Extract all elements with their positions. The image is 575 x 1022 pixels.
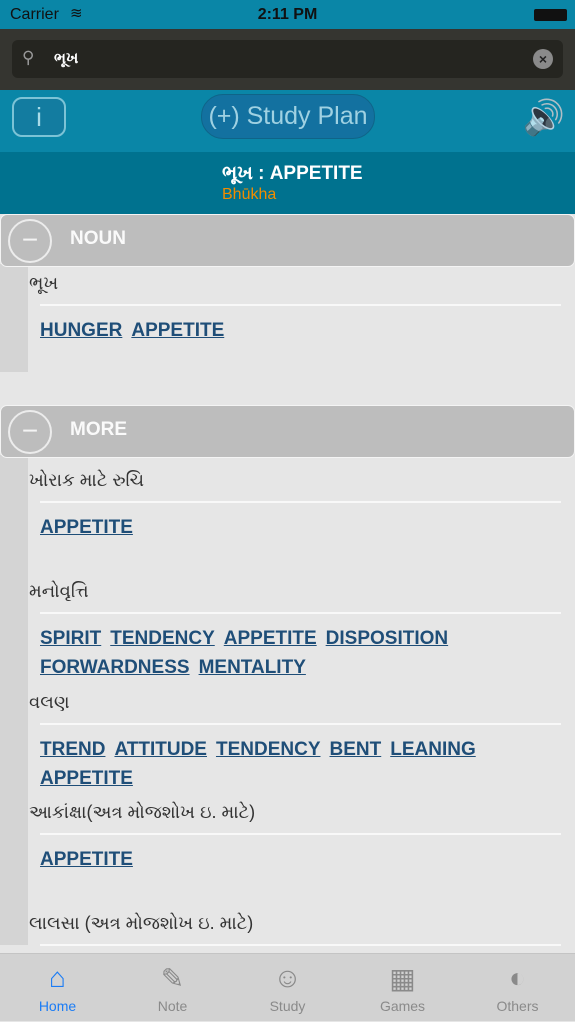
- translation-link[interactable]: HUNGER: [40, 317, 122, 345]
- translation-link[interactable]: APPETITE: [40, 846, 133, 874]
- translation-link[interactable]: LEANING: [390, 736, 476, 764]
- tab-others[interactable]: ◐ Others: [460, 954, 575, 1022]
- tab-study[interactable]: ☺ Study: [230, 954, 345, 1022]
- tab-label: Others: [496, 998, 539, 1014]
- tab-games[interactable]: ▦ Games: [345, 954, 460, 1022]
- translation-link[interactable]: TREND: [40, 736, 105, 764]
- translation-link[interactable]: DISPOSITION: [326, 625, 448, 653]
- status-bar: Carrier ≋ 2:11 PM: [0, 0, 575, 29]
- translation-link[interactable]: SPIRIT: [40, 625, 101, 653]
- divider: [40, 723, 561, 725]
- translation-links: HUNGER APPETITE: [40, 317, 560, 346]
- word-header: ભૂખ : APPETITE Bhūkha: [0, 152, 575, 214]
- tab-note[interactable]: ✎ Note: [115, 954, 230, 1022]
- info-button[interactable]: i: [12, 97, 66, 137]
- section-header-noun[interactable]: − NOUN: [0, 214, 575, 267]
- meaning-text: વલણ: [29, 692, 70, 712]
- tab-home[interactable]: ⌂ Home: [0, 954, 115, 1022]
- tab-label: Games: [379, 998, 426, 1014]
- others-icon: ◐: [509, 962, 526, 993]
- search-value: ભૂખ: [54, 50, 79, 67]
- translation-links: SPIRIT TENDENCY APPETITE DISPOSITION FORWARD…: [40, 625, 560, 683]
- section-margin: [0, 264, 28, 372]
- divider: [40, 944, 561, 946]
- translation-links: TREND ATTITUDE TENDENCY BENT LEANING APPETITE: [40, 736, 560, 794]
- divider: [40, 304, 561, 306]
- meaning-text: મનોવૃત્તિ: [29, 581, 89, 601]
- translation-links: APPETITE: [40, 514, 560, 543]
- section-header-more[interactable]: − MORE: [0, 405, 575, 458]
- translation-link[interactable]: TENDENCY: [110, 625, 215, 653]
- clear-icon[interactable]: ×: [533, 49, 553, 69]
- games-icon: ▦: [389, 963, 416, 994]
- section-margin: [0, 455, 28, 945]
- collapse-icon[interactable]: −: [8, 219, 52, 263]
- speaker-icon[interactable]: 🔊: [523, 98, 565, 138]
- word-title: ભૂખ : APPETITE: [222, 163, 363, 184]
- collapse-icon[interactable]: −: [8, 410, 52, 454]
- meaning-text: ખોરાક માટે રુચિ: [29, 470, 144, 490]
- tab-bar: ⌂ Home ✎ Note ☺ Study ▦ Games ◐ Others: [0, 953, 575, 1021]
- divider: [40, 612, 561, 614]
- translation-link[interactable]: APPETITE: [40, 765, 133, 793]
- translation-link[interactable]: APPETITE: [224, 625, 317, 653]
- translation-link[interactable]: APPETITE: [131, 317, 224, 345]
- translation-links: APPETITE: [40, 846, 560, 875]
- section-label: NOUN: [70, 228, 126, 249]
- transliteration: Bhūkha: [222, 186, 277, 203]
- section-label: MORE: [70, 419, 127, 440]
- study-icon: ☺: [273, 962, 302, 993]
- tab-label: Note: [157, 998, 188, 1014]
- divider: [40, 833, 561, 835]
- battery-icon: [534, 9, 567, 21]
- translation-link[interactable]: FORWARDNESS: [40, 654, 190, 682]
- search-bar: ⚲ ભૂખ ×: [0, 29, 575, 90]
- study-plan-button[interactable]: (+) Study Plan: [201, 94, 375, 139]
- meaning-text: ભૂખ: [29, 273, 59, 293]
- note-icon: ✎: [160, 963, 185, 994]
- home-icon: ⌂: [49, 962, 66, 993]
- divider: [40, 501, 561, 503]
- meaning-text: લાલસા (અત્ર મોજશોખ ઇ. માટે): [29, 913, 254, 933]
- translation-link[interactable]: MENTALITY: [199, 654, 306, 682]
- toolbar: i (+) Study Plan 🔊: [0, 90, 575, 152]
- search-input[interactable]: ⚲ ભૂખ ×: [12, 40, 563, 78]
- tab-label: Home: [38, 998, 77, 1014]
- translation-link[interactable]: APPETITE: [40, 514, 133, 542]
- meaning-text: આકાંક્ષા(અત્ર મોજશોખ ઇ. માટે): [29, 802, 256, 822]
- tab-label: Study: [269, 998, 306, 1014]
- clock: 2:11 PM: [257, 6, 318, 23]
- translation-link[interactable]: TENDENCY: [216, 736, 321, 764]
- search-icon: ⚲: [22, 48, 35, 67]
- translation-link[interactable]: ATTITUDE: [114, 736, 207, 764]
- translation-link[interactable]: BENT: [330, 736, 382, 764]
